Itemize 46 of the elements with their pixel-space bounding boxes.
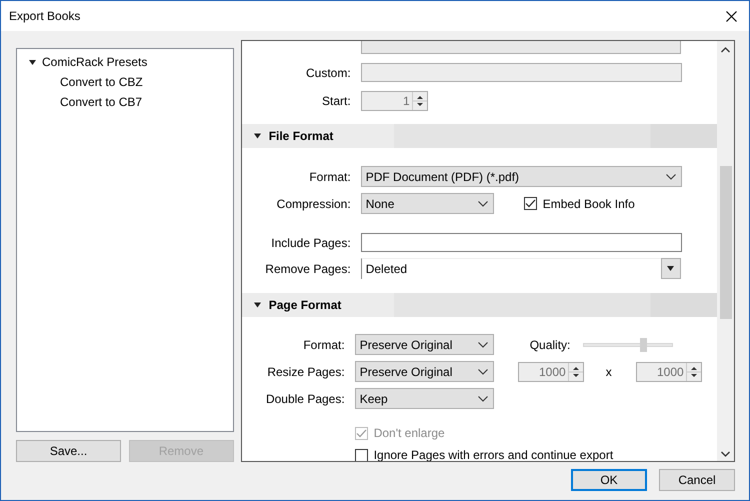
dropdown-button[interactable]: [660, 258, 681, 279]
checkbox[interactable]: [354, 448, 368, 461]
close-icon[interactable]: [726, 10, 737, 22]
field-label: Custom:: [305, 66, 352, 80]
chevron-down-icon: [666, 174, 676, 180]
tree-item[interactable]: Convert to CBZ: [60, 75, 143, 89]
page-format-dropdown[interactable]: Preserve Original: [354, 334, 494, 355]
times-sign: x: [606, 364, 612, 378]
chevron-down-icon: [478, 368, 488, 374]
scroll-up-icon[interactable]: [721, 47, 730, 53]
preset-button[interactable]: Save...: [16, 440, 121, 462]
checkbox-label: Don't enlarge: [374, 426, 445, 440]
field-label: Compression:: [276, 196, 352, 210]
field-label: Remove Pages:: [264, 262, 352, 276]
section-header[interactable]: File Format: [242, 124, 717, 148]
compression-dropdown[interactable]: None: [360, 193, 494, 214]
dialog-button[interactable]: OK: [571, 469, 647, 491]
scrollbar-thumb[interactable]: [720, 166, 732, 318]
chevron-down-icon: [478, 396, 488, 402]
field-label: Start:: [321, 94, 352, 108]
dialog-button[interactable]: Cancel: [659, 469, 735, 491]
resize-pages-dropdown[interactable]: Preserve Original: [354, 361, 494, 382]
field-label: Format:: [308, 170, 352, 184]
checkbox-label: Embed Book Info: [542, 196, 635, 210]
scroll-down-icon[interactable]: [721, 451, 730, 457]
vertical-scrollbar[interactable]: [717, 41, 734, 461]
tree-item[interactable]: ComicRack Presets: [42, 55, 148, 69]
include-pages-field[interactable]: [360, 233, 682, 252]
text-field[interactable]: [360, 41, 681, 54]
field-label: Resize Pages:: [266, 364, 346, 378]
checkbox[interactable]: [524, 197, 537, 210]
chevron-down-icon: [478, 200, 488, 206]
double-pages-dropdown[interactable]: Keep: [354, 388, 494, 409]
chevron-down-icon: [478, 342, 488, 348]
window-title: Export Books: [9, 9, 80, 23]
field-label: Format:: [302, 338, 346, 352]
field-label: Double Pages:: [264, 392, 346, 406]
section-header[interactable]: Page Format: [242, 293, 717, 317]
format-dropdown[interactable]: PDF Document (PDF) (*.pdf): [360, 166, 682, 187]
remove-pages-field[interactable]: Deleted: [360, 258, 661, 279]
field-label: Include Pages:: [270, 236, 352, 250]
expand-triangle-icon[interactable]: [29, 58, 36, 66]
quality-label: Quality:: [530, 338, 572, 352]
tree-item[interactable]: Convert to CB7: [60, 95, 142, 109]
triangle-down-icon: [667, 266, 674, 271]
quality-slider[interactable]: [582, 338, 673, 352]
